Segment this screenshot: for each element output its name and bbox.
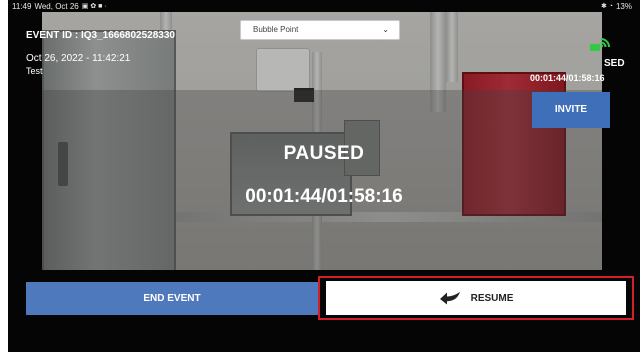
session-status-partial: SED (604, 58, 625, 69)
invite-button[interactable]: INVITE (532, 92, 610, 128)
signal-icon (590, 38, 610, 51)
test-type-dropdown[interactable]: Bubble Point ⌄ (240, 20, 400, 40)
wifi-icon: ✱ ◔ (600, 3, 613, 10)
status-time: 11:49 (12, 2, 32, 11)
paused-label: PAUSED (283, 143, 365, 164)
session-timer: 00:01:44/01:58:16 (530, 73, 605, 83)
resume-label: RESUME (470, 292, 514, 304)
event-id: EVENT ID : IQ3_1666802528330 (26, 30, 175, 41)
paused-time: 00:01:44/01:58:16 (245, 186, 403, 207)
event-note: Test (26, 66, 43, 76)
dropdown-selected: Bubble Point (253, 25, 299, 34)
end-event-button[interactable]: END EVENT (26, 282, 318, 315)
app-screen: 11:49 Wed, Oct 26 ▣ ✿ ■ · ✱ ◔ 13% EVENT … (8, 0, 640, 352)
resume-button[interactable]: RESUME (326, 281, 626, 315)
event-date: Oct 26, 2022 - 11:42:21 (26, 53, 131, 64)
chevron-down-icon: ⌄ (382, 25, 389, 34)
resume-arrow-icon (439, 291, 460, 305)
battery-level: 13% (615, 2, 632, 11)
status-right: ✱ ◔ 13% (601, 0, 632, 14)
pause-overlay (42, 90, 602, 270)
